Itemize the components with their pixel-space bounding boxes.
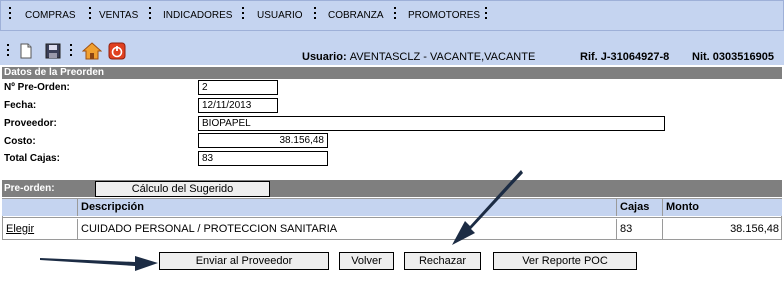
annotation-arrows (40, 170, 523, 271)
arrow-to-rechazar-icon (452, 170, 523, 245)
arrow-to-enviar-icon (40, 256, 158, 271)
